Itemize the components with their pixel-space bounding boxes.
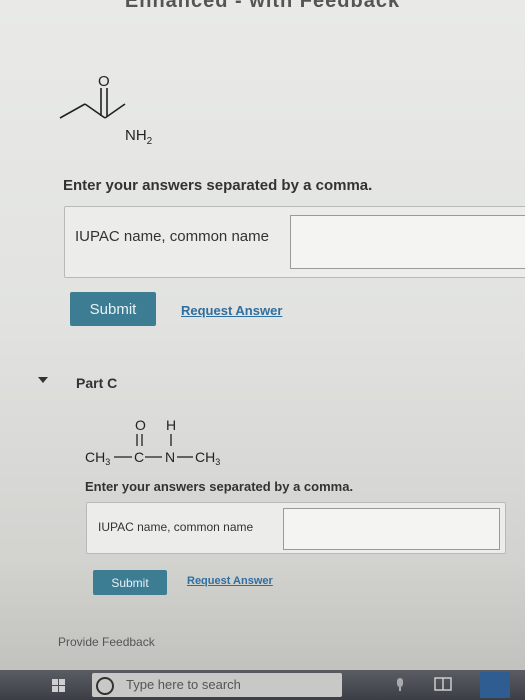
svg-text:CH3: CH3 xyxy=(85,449,110,467)
request-answer-link[interactable]: Request Answer xyxy=(181,303,282,318)
propanamide-structure: O NH2 xyxy=(59,73,153,147)
search-placeholder: Type here to search xyxy=(126,677,241,692)
atom-label: C xyxy=(134,449,144,465)
windows-start-icon[interactable] xyxy=(52,679,66,692)
request-answer-link[interactable]: Request Answer xyxy=(187,575,273,587)
app-icon[interactable] xyxy=(480,672,510,698)
answer-input[interactable] xyxy=(290,215,525,269)
taskbar: Type here to search xyxy=(0,670,525,700)
answer-hint: IUPAC name, common name xyxy=(75,228,269,245)
microphone-icon[interactable] xyxy=(395,678,405,692)
prompt-text: Enter your answers separated by a comma. xyxy=(85,479,354,494)
chevron-down-icon[interactable] xyxy=(38,377,50,387)
subscript: 2 xyxy=(147,136,153,147)
atom-label: O xyxy=(135,417,146,433)
answer-hint: IUPAC name, common name xyxy=(98,520,254,534)
submit-button[interactable]: Submit xyxy=(93,570,167,595)
cortana-icon xyxy=(96,677,114,695)
atom-label: CH xyxy=(85,449,105,465)
part-c-title[interactable]: Part C xyxy=(76,375,117,391)
atom-label: O xyxy=(98,73,110,90)
subscript: 3 xyxy=(105,457,110,467)
atom-label: CH xyxy=(195,449,215,465)
answer-input[interactable] xyxy=(283,508,500,550)
page-title: Enhanced - with Feedback xyxy=(124,0,401,12)
taskbar-search[interactable]: Type here to search xyxy=(92,673,342,697)
svg-text:CH3: CH3 xyxy=(195,449,220,467)
n-methylacetamide-structure: O H CH3 C N CH3 xyxy=(85,417,220,467)
bond xyxy=(59,103,86,119)
bond xyxy=(104,103,126,119)
task-view-icon[interactable] xyxy=(434,676,452,692)
svg-text:NH2: NH2 xyxy=(125,127,153,147)
bond xyxy=(84,103,106,119)
atom-label: H xyxy=(166,417,176,433)
prompt-text: Enter your answers separated by a comma. xyxy=(63,177,373,194)
subscript: 3 xyxy=(215,457,220,467)
provide-feedback-link[interactable]: Provide Feedback xyxy=(58,635,155,649)
atom-label: NH xyxy=(125,127,147,144)
submit-button[interactable]: Submit xyxy=(70,292,156,326)
atom-label: N xyxy=(165,449,175,465)
